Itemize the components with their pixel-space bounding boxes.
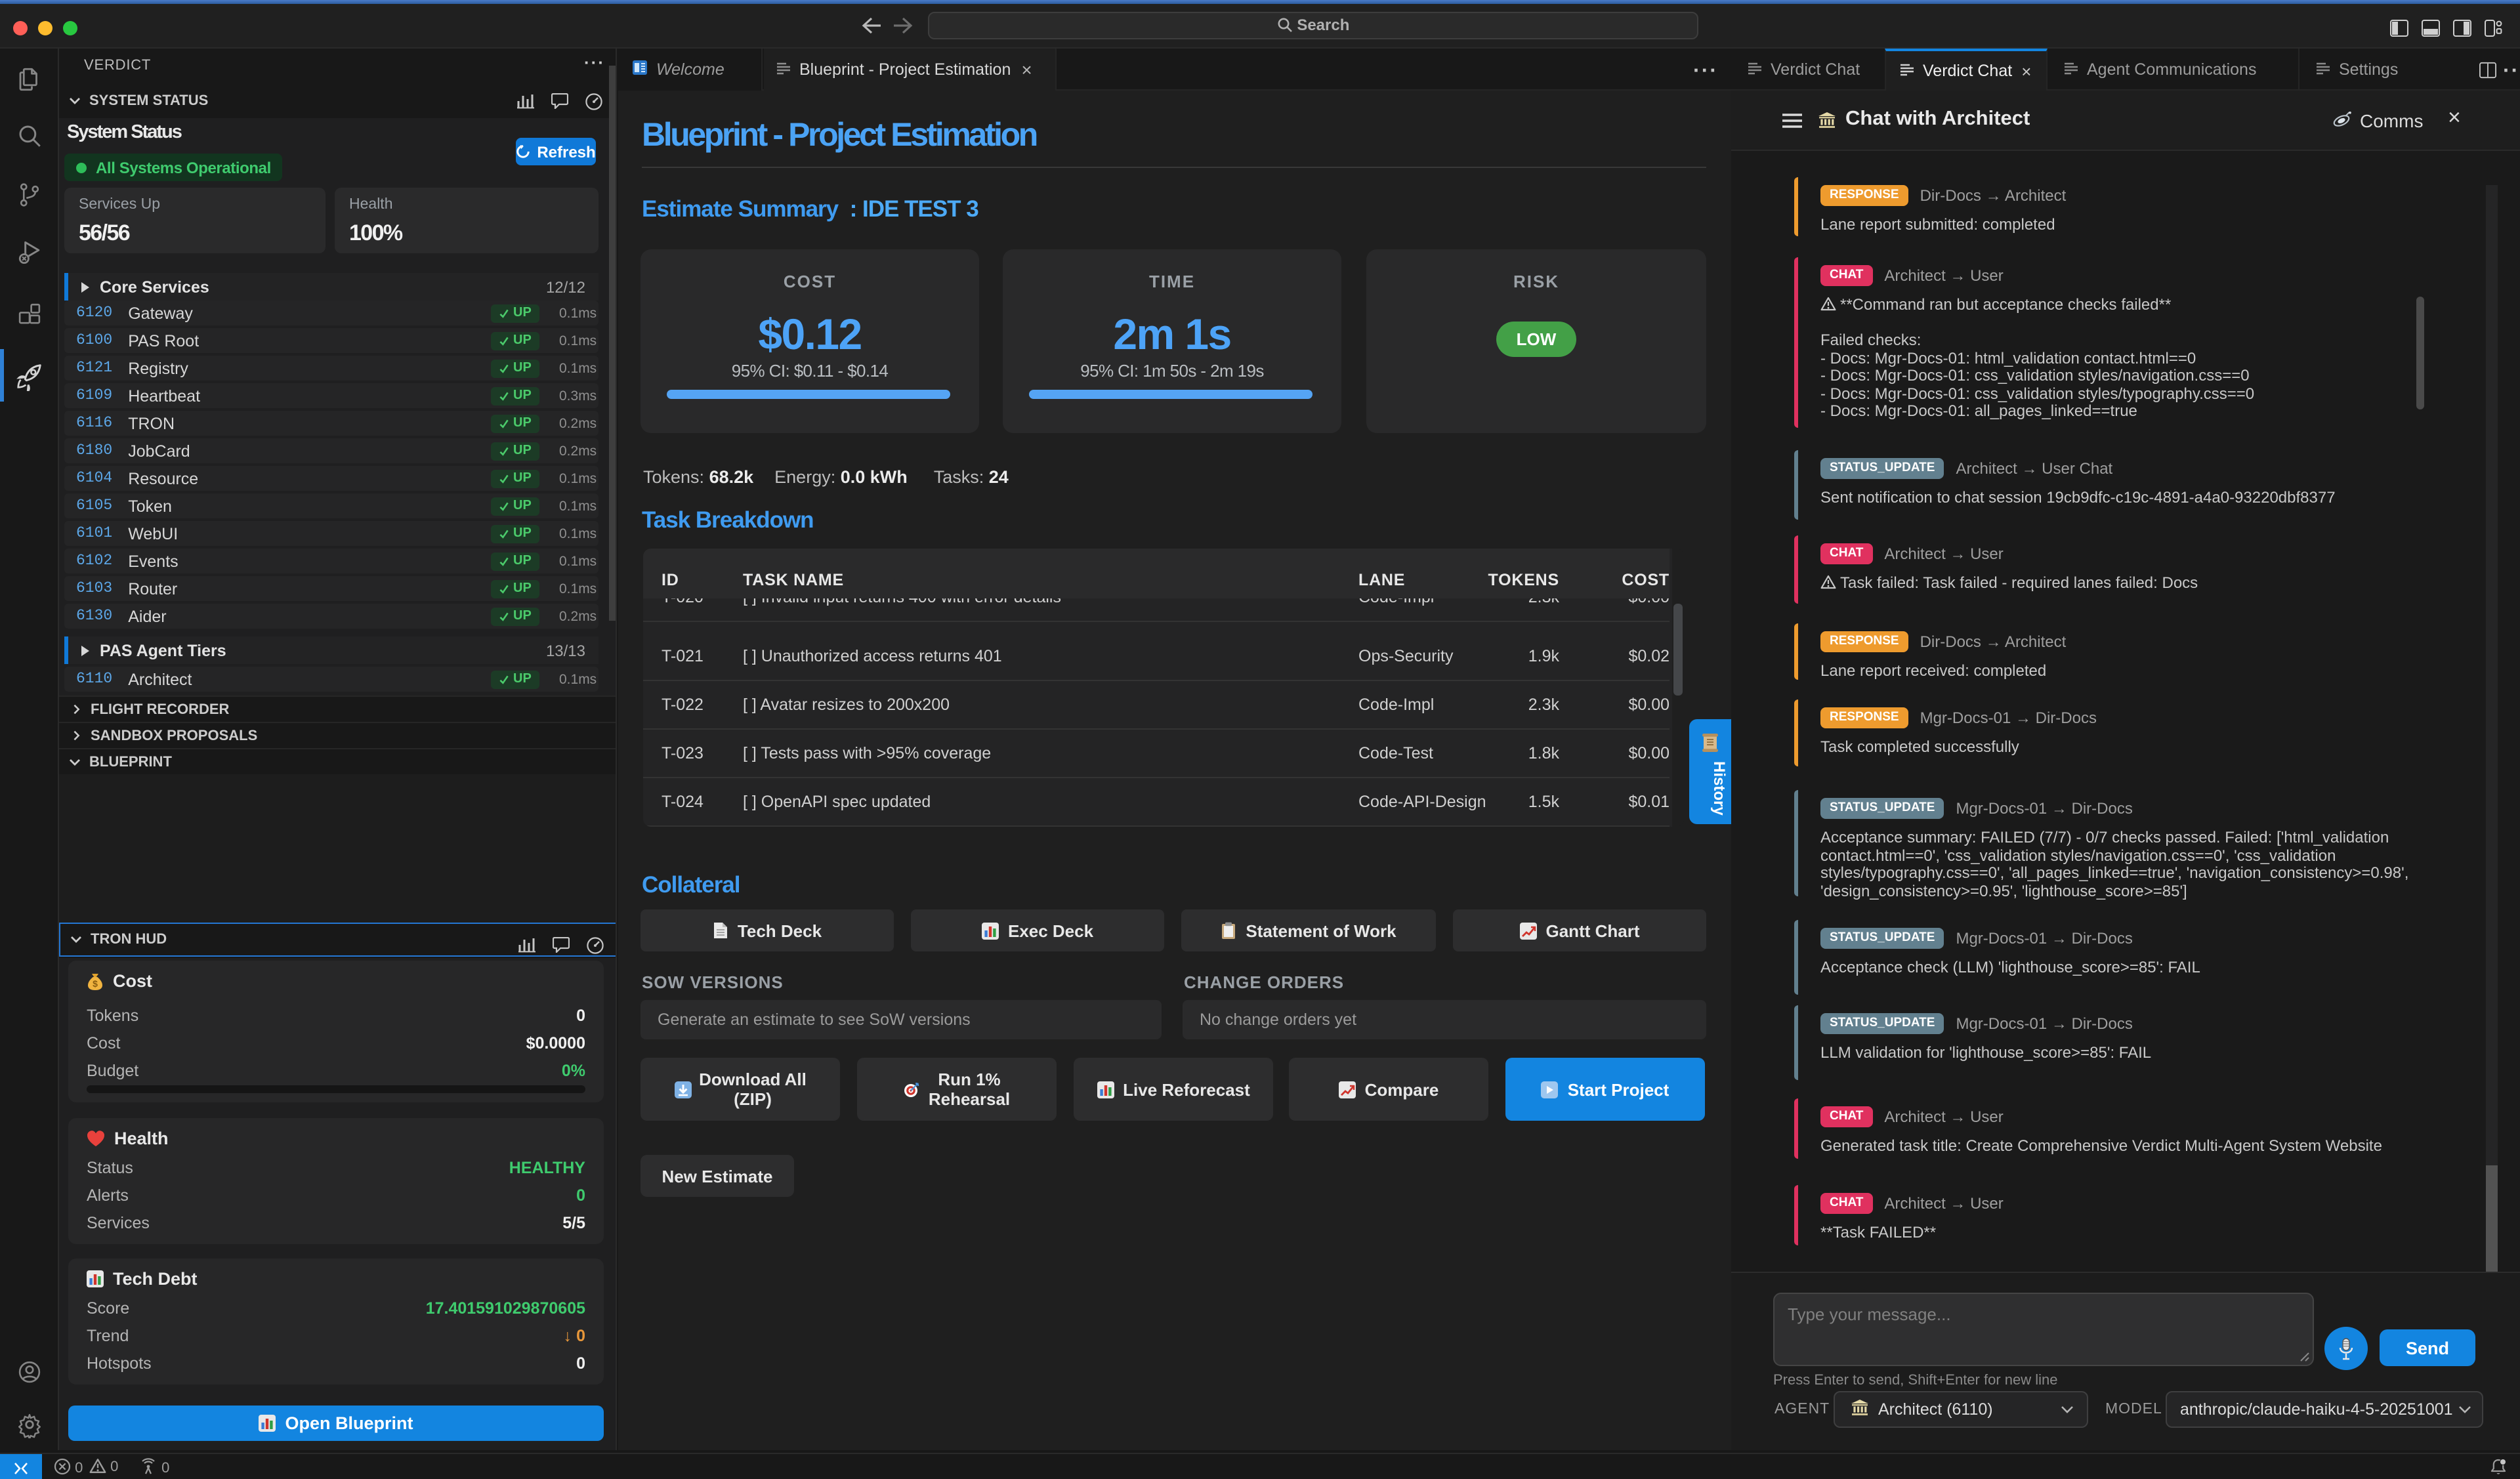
svg-text:$: $ bbox=[93, 978, 98, 988]
